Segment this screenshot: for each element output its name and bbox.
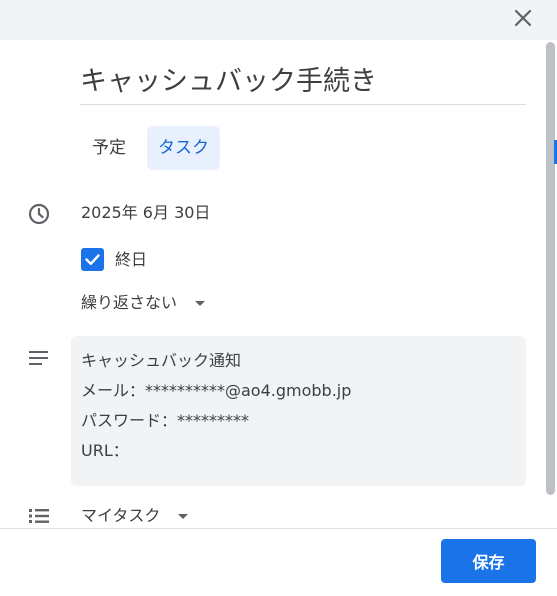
caret-down-icon [178,513,189,519]
all-day-checkbox[interactable] [81,248,104,271]
repeat-value: 繰り返さない [81,293,178,312]
task-list-dropdown[interactable]: マイタスク [81,503,189,529]
clock-icon [28,203,50,225]
caret-down-icon [195,300,206,306]
save-button[interactable]: 保存 [441,539,536,583]
list-icon [29,509,49,523]
description-line: パスワード：********* [81,411,250,430]
date-field[interactable]: 2025年 6月 30日 [81,200,210,226]
description-line: キャッシュバック通知 [81,351,242,370]
repeat-dropdown[interactable]: 繰り返さない [81,290,206,316]
close-button[interactable] [508,3,538,33]
description-line: URL： [81,441,129,460]
description-field[interactable]: キャッシュバック通知 メール：**********@ao4.gmobb.jp パ… [71,336,526,486]
dialog-header-bar [0,0,557,40]
scrollbar-thumb[interactable] [546,42,555,495]
title-input[interactable]: キャッシュバック手続き [80,60,526,105]
description-line: メール：**********@ao4.gmobb.jp [81,381,352,400]
tab-task[interactable]: タスク [147,126,220,170]
task-list-value: マイタスク [81,506,161,525]
check-icon [85,254,100,265]
task-dialog: キャッシュバック手続き 予定 タスク 2025年 6月 30日 終日 繰り返さな… [0,0,557,596]
notes-icon [29,351,48,365]
tab-event[interactable]: 予定 [80,126,138,170]
all-day-label: 終日 [115,250,148,269]
close-icon [514,9,532,27]
